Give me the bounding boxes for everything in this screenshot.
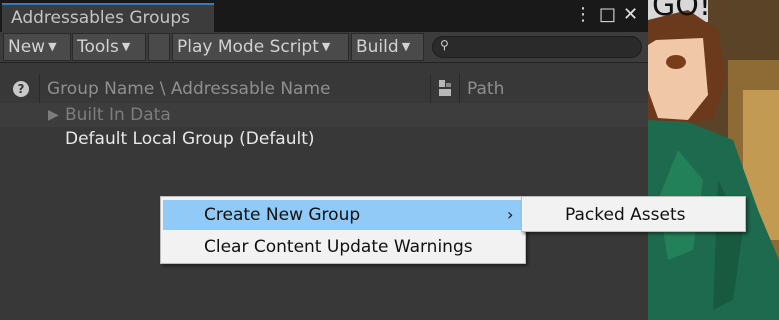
new-label: New: [8, 37, 46, 57]
play-mode-script-dropdown[interactable]: Play Mode Script ▼: [172, 33, 349, 61]
default-local-group-label: Default Local Group (Default): [65, 129, 315, 149]
more-options-icon[interactable]: ⋮: [574, 4, 592, 26]
close-icon[interactable]: ✕: [623, 4, 638, 26]
search-icon: ⚲: [440, 38, 449, 52]
packed-assets-label: Packed Assets: [565, 205, 686, 225]
chevron-down-icon: ▼: [48, 40, 57, 53]
path-column-header[interactable]: Path: [467, 79, 504, 99]
column-separator[interactable]: [39, 74, 40, 104]
column-header: ? Group Name \ Addressable Name Path: [0, 74, 648, 104]
asset-type-icon: [438, 79, 454, 102]
help-icon[interactable]: ?: [13, 81, 29, 97]
scene-overlay-text: GO!: [652, 0, 711, 23]
name-column-header[interactable]: Group Name \ Addressable Name: [47, 79, 331, 99]
submenu-arrow-icon: ›: [507, 205, 514, 224]
build-label: Build: [356, 37, 399, 57]
submenu-create-new-group: Packed Assets: [521, 196, 746, 232]
tree-row-built-in-data[interactable]: ▶ Built In Data: [0, 103, 648, 127]
tab-addressables-groups[interactable]: Addressables Groups: [2, 3, 214, 32]
column-separator[interactable]: [459, 74, 460, 104]
search-input[interactable]: [457, 38, 637, 58]
chevron-down-icon: ▼: [401, 40, 411, 53]
scene-preview: GO!: [648, 0, 779, 320]
context-menu: Create New Group › Clear Content Update …: [160, 196, 526, 264]
build-dropdown[interactable]: Build ▼: [351, 33, 424, 61]
chevron-down-icon: ▼: [321, 40, 331, 53]
menu-item-create-new-group[interactable]: Create New Group ›: [163, 200, 523, 230]
tab-bar: Addressables Groups ⋮ □ ✕: [0, 0, 648, 32]
menu-item-packed-assets[interactable]: Packed Assets: [524, 200, 743, 230]
tab-title: Addressables Groups: [11, 8, 190, 28]
create-new-group-label: Create New Group: [204, 205, 361, 225]
tools-dropdown[interactable]: Tools ▼: [72, 33, 146, 61]
tree-row-default-local-group[interactable]: Default Local Group (Default): [0, 127, 648, 151]
chevron-down-icon: ▼: [121, 40, 131, 53]
menu-item-clear-content-update-warnings[interactable]: Clear Content Update Warnings: [163, 232, 523, 262]
toolbar-spacer-button: [148, 33, 170, 61]
built-in-data-label: Built In Data: [65, 105, 171, 125]
play-mode-label: Play Mode Script: [177, 37, 319, 57]
addressables-groups-panel: Addressables Groups ⋮ □ ✕ New ▼ Tools ▼ Pl…: [0, 0, 648, 320]
column-separator[interactable]: [430, 74, 431, 104]
new-dropdown[interactable]: New ▼: [3, 33, 71, 61]
maximize-icon[interactable]: □: [599, 4, 616, 26]
search-field[interactable]: ⚲: [432, 36, 642, 58]
tools-label: Tools: [77, 37, 119, 57]
clear-warnings-label: Clear Content Update Warnings: [204, 237, 473, 257]
expand-arrow-icon[interactable]: ▶: [48, 103, 59, 127]
character-illustration: [648, 0, 779, 320]
